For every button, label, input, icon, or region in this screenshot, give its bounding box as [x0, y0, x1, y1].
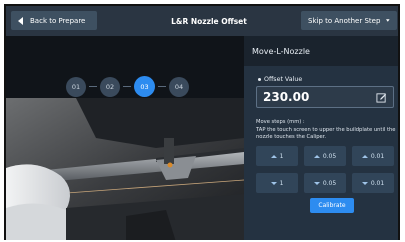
offset-value-field[interactable]: 230.00	[256, 86, 394, 108]
move-up-0.01-label: 0.01	[370, 152, 385, 160]
arrow-down-icon	[361, 181, 368, 185]
arrow-up-icon	[270, 154, 277, 158]
step-indicator: 01 02 03 04	[66, 76, 189, 97]
move-down-0.05-label: 0.05	[322, 179, 337, 187]
move-steps-heading: Move steps (mm) :	[256, 119, 305, 125]
back-label: Back to Prepare	[30, 16, 86, 25]
app-window: L&R Nozzle Offset Back to Prepare Skip t…	[4, 4, 400, 240]
step-connector	[123, 86, 131, 87]
back-to-prepare-button[interactable]: Back to Prepare	[11, 11, 97, 30]
move-up-0.05-button[interactable]: 0.05	[304, 146, 346, 166]
control-panel: Move-L-Nozzle Offset Value 230.00 Move s…	[244, 36, 398, 240]
chevron-left-icon	[18, 16, 23, 25]
move-steps-instructions: Move steps (mm) : TAP the touch screen t…	[256, 119, 398, 142]
offset-label-text: Offset Value	[264, 76, 303, 83]
step-3-active: 03	[134, 76, 155, 97]
skip-label: Skip to Another Step	[308, 16, 381, 25]
move-up-1-label: 1	[279, 152, 284, 160]
chevron-down-icon	[386, 19, 390, 22]
step-1: 01	[66, 76, 86, 97]
move-down-1-label: 1	[279, 179, 284, 187]
camera-view: 01 02 03 04	[6, 36, 244, 240]
move-steps-hint: TAP the touch screen to upper the buildp…	[256, 126, 396, 141]
arrow-down-icon	[313, 181, 320, 185]
step-4: 04	[169, 76, 189, 97]
arrow-down-icon	[270, 181, 277, 185]
move-down-1-button[interactable]: 1	[256, 173, 298, 193]
step-2: 02	[100, 76, 120, 97]
step-connector	[89, 86, 97, 87]
panel-title: Move-L-Nozzle	[244, 36, 398, 66]
move-down-0.01-label: 0.01	[370, 179, 385, 187]
arrow-up-icon	[313, 154, 320, 158]
skip-step-dropdown[interactable]: Skip to Another Step	[301, 11, 397, 30]
offset-value: 230.00	[263, 90, 310, 104]
move-step-buttons: 1 0.05 0.01 1 0.05 0.01	[256, 146, 394, 193]
move-down-0.05-button[interactable]: 0.05	[304, 173, 346, 193]
offset-value-label: Offset Value	[258, 76, 302, 83]
step-connector	[158, 86, 166, 87]
move-down-0.01-button[interactable]: 0.01	[352, 173, 394, 193]
arrow-up-icon	[361, 154, 368, 158]
nozzle-caliper-photo	[6, 98, 244, 240]
bullet-icon	[258, 77, 261, 81]
move-up-0.05-label: 0.05	[322, 152, 337, 160]
move-up-1-button[interactable]: 1	[256, 146, 298, 166]
calibrate-button[interactable]: Calibrate	[310, 198, 354, 213]
edit-icon[interactable]	[376, 92, 387, 103]
move-up-0.01-button[interactable]: 0.01	[352, 146, 394, 166]
